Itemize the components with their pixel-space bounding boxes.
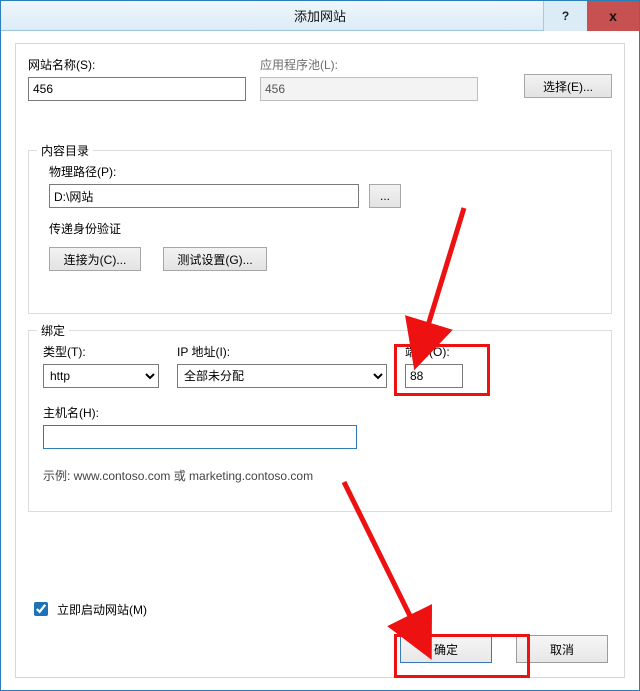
client-area: 网站名称(S): 应用程序池(L): 选择(E)... 内容目录 物理路径(P)… [15,43,625,678]
row-site-pool: 网站名称(S): 应用程序池(L): 选择(E)... [28,56,612,101]
port-input[interactable] [405,364,463,388]
test-settings-button[interactable]: 测试设置(G)... [163,247,267,271]
window-title: 添加网站 [294,6,346,25]
label-type: 类型(T): [43,343,159,360]
browse-button[interactable]: ... [369,184,401,208]
auto-start-label: 立即启动网站(M) [57,601,147,618]
ok-button[interactable]: 确定 [400,635,492,663]
label-ip: IP 地址(I): [177,343,387,360]
label-app-pool: 应用程序池(L): [260,56,478,73]
label-passthrough: 传递身份验证 [49,220,597,237]
cancel-button[interactable]: 取消 [516,635,608,663]
titlebar: 添加网站 ? x [1,1,639,31]
example-text: 示例: www.contoso.com 或 marketing.contoso.… [43,467,597,484]
connect-as-button[interactable]: 连接为(C)... [49,247,141,271]
group-content-dir: 内容目录 物理路径(P): ... 传递身份验证 连接为(C)... 测试设置(… [28,150,612,314]
auto-start-input[interactable] [34,602,48,616]
help-button[interactable]: ? [543,1,587,31]
ip-select[interactable]: 全部未分配 [177,364,387,388]
close-button[interactable]: x [587,1,639,31]
site-name-input[interactable] [28,77,246,101]
host-input[interactable] [43,425,357,449]
select-app-pool-button[interactable]: 选择(E)... [524,74,612,98]
type-select[interactable]: http [43,364,159,388]
label-site-name: 网站名称(S): [28,56,246,73]
titlebar-controls: ? x [543,1,639,31]
app-pool-input [260,77,478,101]
legend-binding: 绑定 [37,322,69,339]
label-host: 主机名(H): [43,404,597,421]
dialog-add-website: 添加网站 ? x 网站名称(S): 应用程序池(L): 选择(E)... [0,0,640,691]
label-physical-path: 物理路径(P): [49,163,597,180]
legend-content-dir: 内容目录 [37,142,93,159]
group-binding: 绑定 类型(T): http IP 地址(I): 全部未分配 端口(O): [28,330,612,512]
physical-path-input[interactable] [49,184,359,208]
label-port: 端口(O): [405,343,463,360]
auto-start-checkbox[interactable]: 立即启动网站(M) [30,599,147,619]
